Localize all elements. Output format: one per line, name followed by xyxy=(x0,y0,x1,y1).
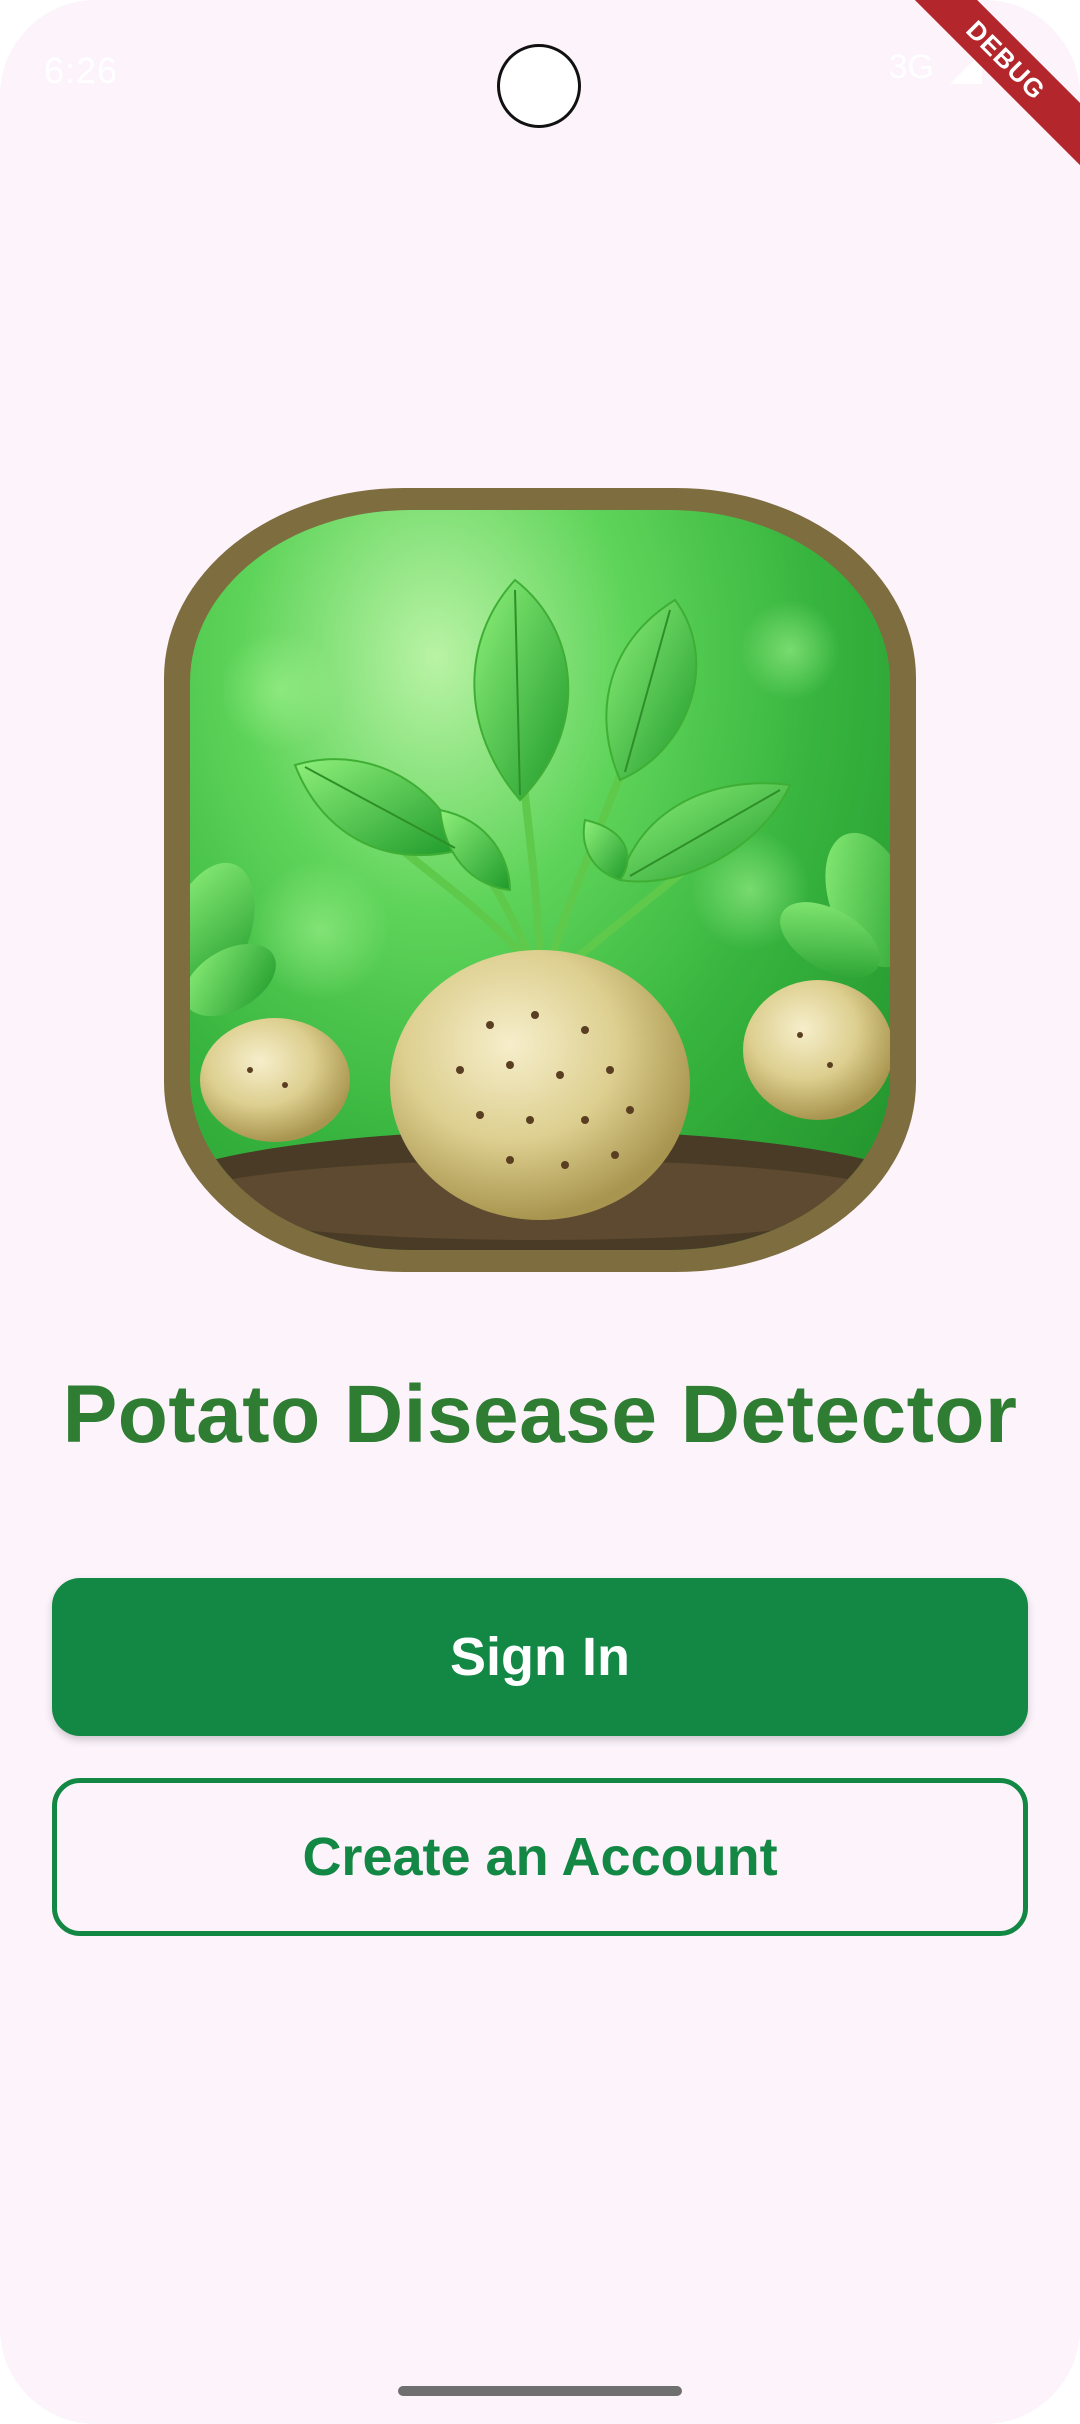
app-title: Potato Disease Detector xyxy=(62,1369,1018,1460)
status-bar: 6:26 3G xyxy=(0,0,1080,140)
camera-cutout xyxy=(497,44,581,128)
potato-plant-illustration xyxy=(190,510,890,1250)
create-account-button[interactable]: Create an Account xyxy=(52,1778,1028,1936)
hero-image xyxy=(164,488,916,1272)
status-time: 6:26 xyxy=(44,50,119,91)
sign-in-button[interactable]: Sign In xyxy=(52,1578,1028,1736)
home-indicator[interactable] xyxy=(398,2386,682,2396)
network-type: 3G xyxy=(888,48,934,86)
app-screen: 6:26 3G DEBUG Potato Disease Detector Si… xyxy=(0,0,1080,2424)
